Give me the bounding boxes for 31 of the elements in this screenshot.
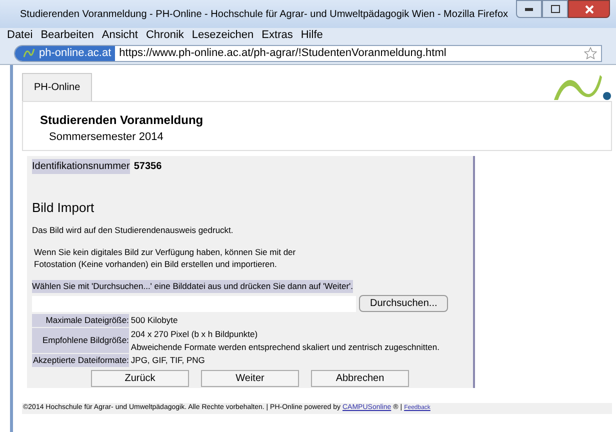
page-subtitle: Sommersemester 2014 xyxy=(48,130,164,145)
intro-text: Das Bild wird auf den Studierendenausweis gedruckt. xyxy=(32,224,234,236)
site-identity[interactable]: ph-online.ac.at xyxy=(15,46,116,60)
id-value: 57356 xyxy=(134,160,162,174)
info-value: 500 Kilobyte xyxy=(130,314,179,327)
info-label: Maximale Dateigröße: xyxy=(32,314,129,327)
menu-item[interactable]: Extras xyxy=(262,30,293,40)
menu-item[interactable]: Datei xyxy=(7,30,33,40)
menu-item[interactable]: Lesezeichen xyxy=(192,30,254,40)
info-value: 204 x 270 Pixel (b x h Bildpunkte) xyxy=(130,328,259,340)
menu-item[interactable]: Bearbeiten xyxy=(40,30,94,40)
address-field[interactable]: ph-online.ac.at https://www.ph-online.ac.at/ph-agrar/!StudentenVoranmeldung.html xyxy=(14,44,602,62)
hint-text: Wenn Sie kein digitales Bild zur Verfügung haben, können Sie mit der Fotostation (Keine vorhanden) ein Bild erstellen und importieren. xyxy=(33,246,297,270)
field-label: Identifikationsnummer xyxy=(32,159,130,174)
menu-item[interactable]: Chronik xyxy=(146,30,184,40)
window-title: Studierenden Voranmeldung - PH-Online - Hochschule für Agrar- und Umweltpädagogik Wien - Mozilla Firefox xyxy=(20,8,508,22)
info-label: Empfohlene Bildgröße: xyxy=(32,328,129,354)
page-title: Studierenden Voranmeldung xyxy=(40,112,204,129)
info-label: Akzeptierte Dateiformate: xyxy=(32,354,129,367)
form-button[interactable]: Zurück xyxy=(91,370,189,387)
url-text: https://www.ph-online.ac.at/ph-agrar/!StudentenVoranmeldung.html xyxy=(118,46,446,60)
browse-button[interactable]: Durchsuchen... xyxy=(359,295,448,312)
menu-item[interactable]: Hilfe xyxy=(300,30,323,40)
menu-item[interactable]: Ansicht xyxy=(102,30,138,40)
tab[interactable]: PH-Online xyxy=(22,73,92,101)
form-button[interactable]: Weiter xyxy=(201,370,299,387)
form-button[interactable]: Abbrechen xyxy=(311,370,409,387)
info-value: Abweichende Formate werden entsprechend skaliert und zentrisch zugeschnitten. xyxy=(130,340,440,354)
info-value: JPG, GIF, TIF, PNG xyxy=(130,354,206,367)
instruction-text: Wählen Sie mit 'Durchsuchen...' eine Bilddatei aus und drücken Sie dann auf 'Weiter'. xyxy=(32,280,354,293)
section-heading: Bild Import xyxy=(32,199,96,217)
